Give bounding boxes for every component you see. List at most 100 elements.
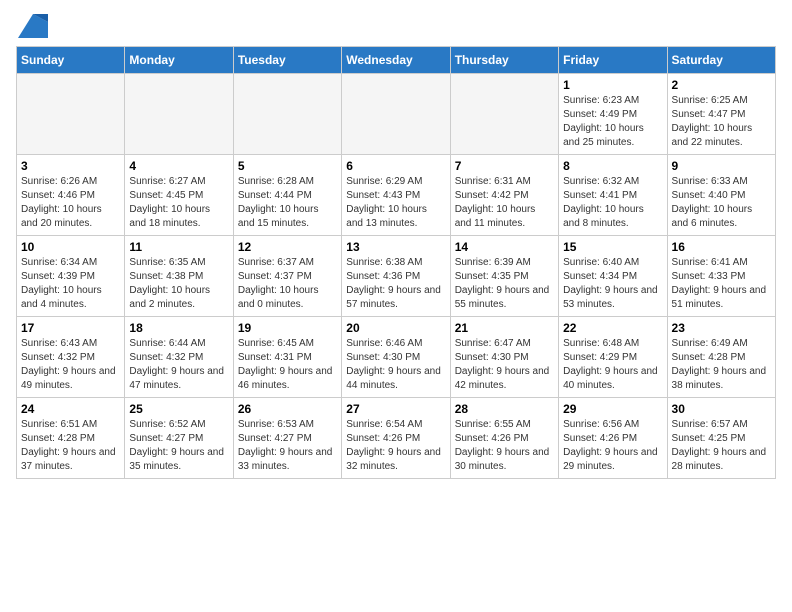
- day-number: 29: [563, 402, 662, 416]
- day-number: 26: [238, 402, 337, 416]
- calendar-cell: 13Sunrise: 6:38 AM Sunset: 4:36 PM Dayli…: [342, 236, 450, 317]
- calendar-cell: [17, 74, 125, 155]
- weekday-header-tuesday: Tuesday: [233, 47, 341, 74]
- calendar-table: SundayMondayTuesdayWednesdayThursdayFrid…: [16, 46, 776, 479]
- day-number: 3: [21, 159, 120, 173]
- calendar-cell: 8 Sunrise: 6:32 AM Sunset: 4:41 PM Daylig…: [559, 155, 667, 236]
- calendar-cell: 1 Sunrise: 6:23 AM Sunset: 4:49 PM Daylig…: [559, 74, 667, 155]
- calendar-cell: 17 Sunrise: 6:43 AM Sunset: 4:32 PM Dayli…: [17, 317, 125, 398]
- calendar-cell: 19 Sunrise: 6:45 AM Sunset: 4:31 PM Dayli…: [233, 317, 341, 398]
- calendar-cell: 22 Sunrise: 6:48 AM Sunset: 4:29 PM Dayli…: [559, 317, 667, 398]
- calendar-cell: 9 Sunrise: 6:33 AM Sunset: 4:40 PM Daylig…: [667, 155, 775, 236]
- day-number: 30: [672, 402, 771, 416]
- day-info: Sunrise: 6:43 AM Sunset: 4:32 PM Dayligh…: [21, 337, 120, 393]
- calendar-cell: 18 Sunrise: 6:44 AM Sunset: 4:32 PM Dayli…: [125, 317, 233, 398]
- weekday-header-sunday: Sunday: [17, 47, 125, 74]
- day-number: 27: [346, 402, 445, 416]
- weekday-header-thursday: Thursday: [450, 47, 558, 74]
- day-info: Sunrise: 6:54 AM Sunset: 4:26 PM Dayligh…: [346, 418, 445, 474]
- day-info: Sunrise: 6:34 AM Sunset: 4:39 PM Dayligh…: [21, 256, 120, 312]
- day-info: Sunrise: 6:25 AM Sunset: 4:47 PM Dayligh…: [672, 94, 771, 150]
- day-number: 17: [21, 321, 120, 335]
- day-info: Sunrise: 6:27 AM Sunset: 4:45 PM Dayligh…: [129, 175, 228, 231]
- day-number: 11: [129, 240, 228, 254]
- day-info: Sunrise: 6:46 AM Sunset: 4:30 PM Dayligh…: [346, 337, 445, 393]
- day-number: 16: [672, 240, 771, 254]
- day-info: Sunrise: 6:37 AM Sunset: 4:37 PM Dayligh…: [238, 256, 337, 312]
- day-number: 24: [21, 402, 120, 416]
- calendar-cell: 11 Sunrise: 6:35 AM Sunset: 4:38 PM Dayli…: [125, 236, 233, 317]
- day-info: Sunrise: 6:32 AM Sunset: 4:41 PM Dayligh…: [563, 175, 662, 231]
- calendar-cell: 21 Sunrise: 6:47 AM Sunset: 4:30 PM Dayli…: [450, 317, 558, 398]
- calendar-cell: 10 Sunrise: 6:34 AM Sunset: 4:39 PM Dayli…: [17, 236, 125, 317]
- day-info: Sunrise: 6:49 AM Sunset: 4:28 PM Dayligh…: [672, 337, 771, 393]
- day-info: Sunrise: 6:44 AM Sunset: 4:32 PM Dayligh…: [129, 337, 228, 393]
- weekday-header-monday: Monday: [125, 47, 233, 74]
- day-info: Sunrise: 6:48 AM Sunset: 4:29 PM Dayligh…: [563, 337, 662, 393]
- logo-icon: [18, 14, 48, 38]
- calendar-cell: 24 Sunrise: 6:51 AM Sunset: 4:28 PM Dayli…: [17, 398, 125, 479]
- calendar-cell: 12 Sunrise: 6:37 AM Sunset: 4:37 PM Dayli…: [233, 236, 341, 317]
- calendar-cell: 4 Sunrise: 6:27 AM Sunset: 4:45 PM Daylig…: [125, 155, 233, 236]
- calendar-cell: 20 Sunrise: 6:46 AM Sunset: 4:30 PM Dayli…: [342, 317, 450, 398]
- day-info: Sunrise: 6:35 AM Sunset: 4:38 PM Dayligh…: [129, 256, 228, 312]
- day-info: Sunrise: 6:53 AM Sunset: 4:27 PM Dayligh…: [238, 418, 337, 474]
- day-info: Sunrise: 6:57 AM Sunset: 4:25 PM Dayligh…: [672, 418, 771, 474]
- calendar-cell: [233, 74, 341, 155]
- header: [16, 16, 776, 36]
- calendar-cell: 25 Sunrise: 6:52 AM Sunset: 4:27 PM Dayli…: [125, 398, 233, 479]
- day-info: Sunrise: 6:55 AM Sunset: 4:26 PM Dayligh…: [455, 418, 554, 474]
- day-info: Sunrise: 6:47 AM Sunset: 4:30 PM Dayligh…: [455, 337, 554, 393]
- day-info: Sunrise: 6:23 AM Sunset: 4:49 PM Dayligh…: [563, 94, 662, 150]
- day-info: Sunrise: 6:56 AM Sunset: 4:26 PM Dayligh…: [563, 418, 662, 474]
- day-number: 18: [129, 321, 228, 335]
- day-number: 7: [455, 159, 554, 173]
- day-number: 12: [238, 240, 337, 254]
- day-number: 28: [455, 402, 554, 416]
- day-info: Sunrise: 6:51 AM Sunset: 4:28 PM Dayligh…: [21, 418, 120, 474]
- day-info: Sunrise: 6:26 AM Sunset: 4:46 PM Dayligh…: [21, 175, 120, 231]
- day-number: 20: [346, 321, 445, 335]
- calendar-cell: 27 Sunrise: 6:54 AM Sunset: 4:26 PM Dayli…: [342, 398, 450, 479]
- calendar-cell: 30 Sunrise: 6:57 AM Sunset: 4:25 PM Dayli…: [667, 398, 775, 479]
- day-number: 9: [672, 159, 771, 173]
- day-number: 10: [21, 240, 120, 254]
- calendar-cell: 2 Sunrise: 6:25 AM Sunset: 4:47 PM Daylig…: [667, 74, 775, 155]
- weekday-header-friday: Friday: [559, 47, 667, 74]
- day-number: 21: [455, 321, 554, 335]
- calendar-cell: 6Sunrise: 6:29 AM Sunset: 4:43 PM Daylig…: [342, 155, 450, 236]
- day-number: 1: [563, 78, 662, 92]
- calendar-cell: 29 Sunrise: 6:56 AM Sunset: 4:26 PM Dayli…: [559, 398, 667, 479]
- calendar-cell: [450, 74, 558, 155]
- day-info: Sunrise: 6:52 AM Sunset: 4:27 PM Dayligh…: [129, 418, 228, 474]
- logo: [16, 16, 48, 36]
- calendar-cell: 15 Sunrise: 6:40 AM Sunset: 4:34 PM Dayli…: [559, 236, 667, 317]
- calendar-cell: 14 Sunrise: 6:39 AM Sunset: 4:35 PM Dayli…: [450, 236, 558, 317]
- day-number: 13: [346, 240, 445, 254]
- day-number: 5: [238, 159, 337, 173]
- day-number: 19: [238, 321, 337, 335]
- day-info: Sunrise: 6:39 AM Sunset: 4:35 PM Dayligh…: [455, 256, 554, 312]
- day-number: 2: [672, 78, 771, 92]
- day-number: 4: [129, 159, 228, 173]
- day-number: 22: [563, 321, 662, 335]
- day-info: Sunrise: 6:40 AM Sunset: 4:34 PM Dayligh…: [563, 256, 662, 312]
- calendar-cell: 26 Sunrise: 6:53 AM Sunset: 4:27 PM Dayli…: [233, 398, 341, 479]
- day-info: Sunrise: 6:45 AM Sunset: 4:31 PM Dayligh…: [238, 337, 337, 393]
- day-number: 8: [563, 159, 662, 173]
- day-info: Sunrise: 6:31 AM Sunset: 4:42 PM Dayligh…: [455, 175, 554, 231]
- day-number: 15: [563, 240, 662, 254]
- day-number: 25: [129, 402, 228, 416]
- calendar-cell: [125, 74, 233, 155]
- day-info: Sunrise: 6:41 AM Sunset: 4:33 PM Dayligh…: [672, 256, 771, 312]
- day-info: Sunrise: 6:29 AM Sunset: 4:43 PM Dayligh…: [346, 175, 445, 231]
- calendar-cell: 5 Sunrise: 6:28 AM Sunset: 4:44 PM Daylig…: [233, 155, 341, 236]
- calendar-cell: 16 Sunrise: 6:41 AM Sunset: 4:33 PM Dayli…: [667, 236, 775, 317]
- day-info: Sunrise: 6:33 AM Sunset: 4:40 PM Dayligh…: [672, 175, 771, 231]
- day-info: Sunrise: 6:28 AM Sunset: 4:44 PM Dayligh…: [238, 175, 337, 231]
- day-number: 14: [455, 240, 554, 254]
- weekday-header-saturday: Saturday: [667, 47, 775, 74]
- calendar-cell: 23Sunrise: 6:49 AM Sunset: 4:28 PM Dayli…: [667, 317, 775, 398]
- calendar-cell: [342, 74, 450, 155]
- calendar-cell: 7 Sunrise: 6:31 AM Sunset: 4:42 PM Daylig…: [450, 155, 558, 236]
